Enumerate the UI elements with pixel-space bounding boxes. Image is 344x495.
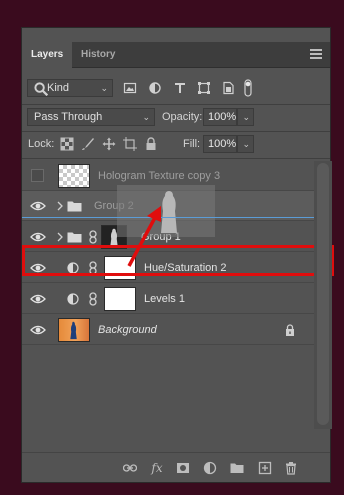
visibility-toggle-off[interactable] (31, 169, 44, 182)
chevron-down-icon: ⌄ (242, 112, 250, 122)
folder-icon (67, 231, 82, 243)
scrollbar-thumb[interactable] (317, 163, 329, 425)
new-layer-icon[interactable] (258, 461, 272, 475)
folder-icon (67, 200, 82, 212)
lock-artboard-icon[interactable] (123, 137, 137, 151)
adjustment-filter-icon[interactable] (148, 81, 162, 95)
red-arrow-icon (125, 190, 165, 270)
layer-mask-thumbnail[interactable] (104, 287, 136, 311)
highlight-box (22, 245, 334, 276)
layer-name[interactable]: Background (98, 315, 157, 345)
layers-scrollbar[interactable] (314, 161, 332, 429)
chevron-down-icon: ⌄ (100, 83, 108, 93)
search-icon (34, 82, 48, 96)
eye-icon[interactable] (30, 324, 46, 336)
chain-link-icon[interactable] (88, 230, 98, 244)
delete-layer-icon[interactable] (284, 461, 298, 475)
filter-kind-select[interactable]: Kind ⌄ (27, 79, 113, 97)
layer-thumbnail (58, 318, 90, 342)
lock-icon[interactable] (283, 323, 297, 337)
eye-icon[interactable] (30, 231, 46, 243)
chevron-down-icon: ⌄ (242, 139, 250, 149)
layer-row[interactable]: Background (22, 315, 314, 345)
drop-indicator (22, 217, 332, 218)
filter-kind-label: Kind (47, 82, 70, 94)
chevron-right-icon[interactable] (56, 231, 64, 243)
lock-image-pixels-icon[interactable] (81, 137, 95, 151)
shape-filter-icon[interactable] (197, 81, 211, 95)
opacity-dropdown[interactable]: ⌄ (237, 108, 254, 126)
tab-history[interactable]: History (72, 42, 124, 68)
eye-icon[interactable] (30, 200, 46, 212)
lock-label: Lock: (28, 138, 55, 150)
lock-all-icon[interactable] (144, 137, 158, 151)
divider (22, 104, 330, 105)
chevron-right-icon[interactable] (56, 200, 64, 212)
adjustment-layer-icon (67, 293, 79, 305)
divider (22, 131, 330, 132)
opacity-label: Opacity: (162, 111, 203, 123)
divider (22, 158, 330, 159)
blend-mode-value: Pass Through (34, 111, 103, 123)
layer-thumbnail (58, 164, 90, 188)
type-filter-icon[interactable] (173, 81, 187, 95)
eye-icon[interactable] (30, 293, 46, 305)
filter-toggle-icon[interactable] (244, 79, 252, 97)
link-layers-icon[interactable] (123, 461, 137, 475)
bottom-toolbar: fx (22, 452, 330, 482)
lock-transparent-pixels-icon[interactable] (60, 137, 74, 151)
lock-position-icon[interactable] (102, 137, 116, 151)
fill-input[interactable]: 100% (203, 135, 237, 153)
new-group-icon[interactable] (230, 461, 244, 475)
layer-name[interactable]: Levels 1 (144, 284, 185, 314)
smart-object-filter-icon[interactable] (221, 81, 235, 95)
tab-layers[interactable]: Layers (22, 42, 73, 68)
opacity-input[interactable]: 100% (203, 108, 237, 126)
layer-row[interactable]: Levels 1 (22, 284, 314, 314)
chevron-down-icon: ⌄ (142, 112, 150, 122)
fill-label: Fill: (183, 138, 201, 150)
chain-link-icon[interactable] (88, 292, 98, 306)
fx-icon[interactable]: fx (150, 461, 164, 475)
layers-panel: Layers History Kind ⌄ Pass Through ⌄ Opa… (21, 27, 334, 483)
panel-tabs: Layers History (22, 42, 330, 68)
image-filter-icon[interactable] (123, 81, 137, 95)
fill-dropdown[interactable]: ⌄ (237, 135, 254, 153)
blend-mode-select[interactable]: Pass Through ⌄ (27, 108, 155, 126)
panel-menu-icon[interactable] (310, 49, 322, 59)
add-mask-icon[interactable] (176, 461, 190, 475)
new-adjustment-icon[interactable] (203, 461, 217, 475)
